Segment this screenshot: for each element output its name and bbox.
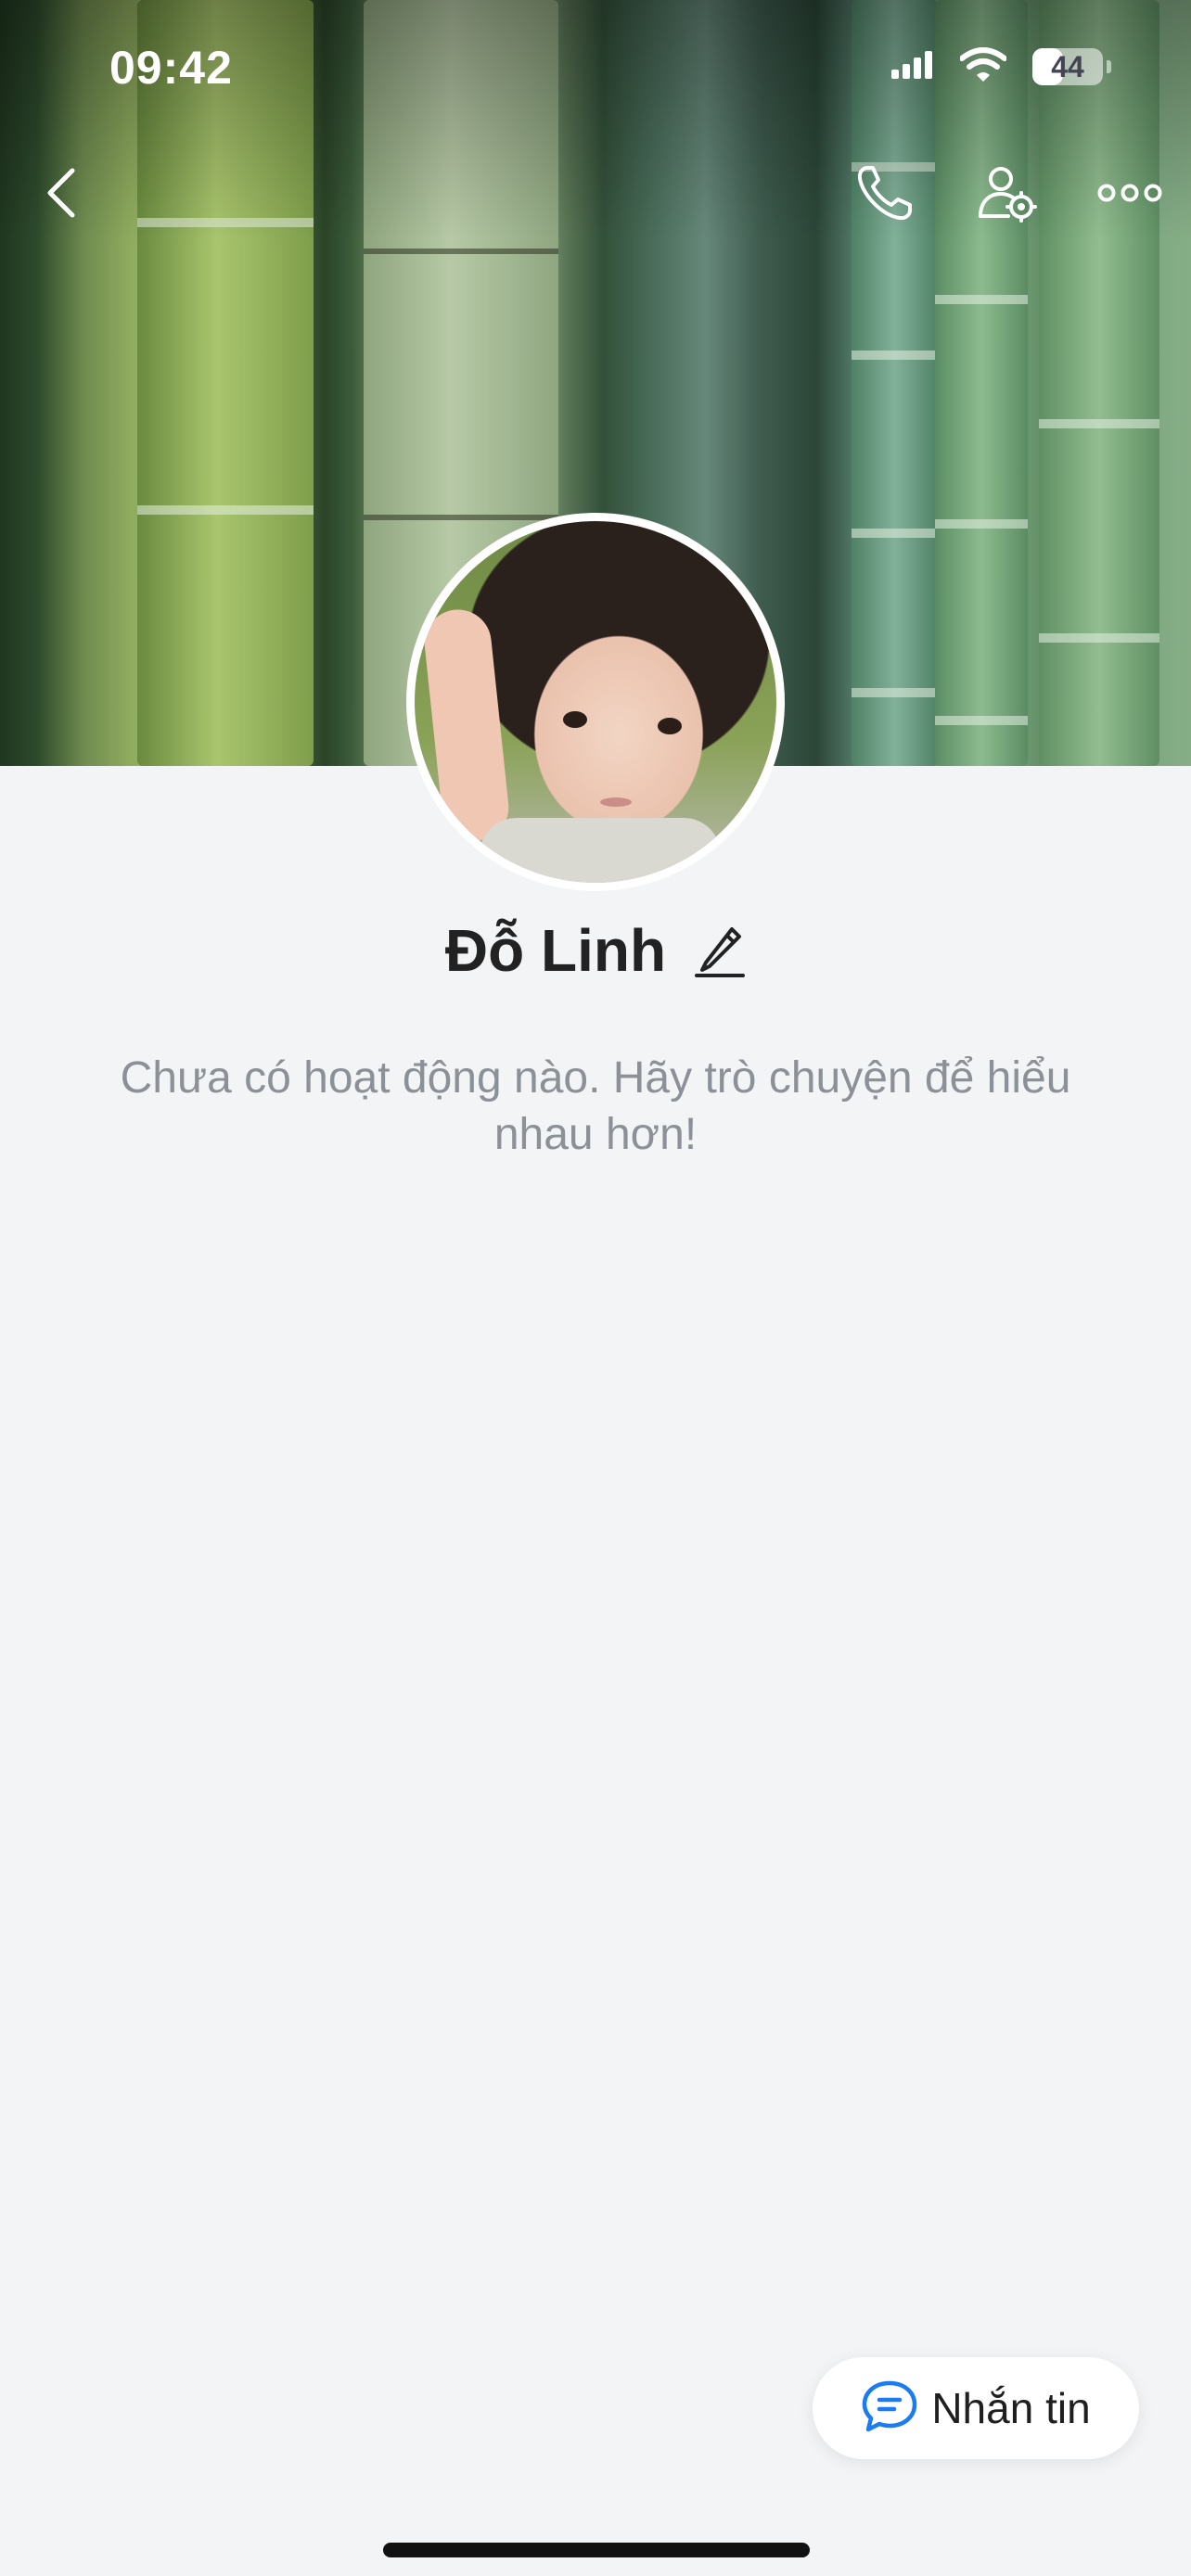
empty-activity-text: Chưa có hoạt động nào. Hãy trò chuyện để… — [120, 1053, 1071, 1159]
profile-name: Đỗ Linh — [444, 917, 667, 984]
phone-icon — [854, 162, 916, 228]
battery-percent: 44 — [1051, 49, 1084, 83]
call-button[interactable] — [848, 158, 922, 232]
profile-settings-icon — [977, 162, 1038, 228]
home-indicator[interactable] — [383, 2543, 810, 2557]
pencil-icon — [695, 920, 746, 982]
back-chevron-icon — [43, 167, 80, 223]
wifi-icon — [959, 46, 1007, 87]
profile-name-row: Đỗ Linh — [0, 916, 1191, 985]
edit-name-button[interactable] — [694, 921, 746, 980]
more-options-button[interactable] — [1093, 158, 1167, 232]
avatar[interactable] — [406, 513, 785, 891]
back-button[interactable] — [24, 158, 98, 232]
message-button-label: Nhắn tin — [931, 2384, 1091, 2432]
message-button[interactable]: Nhắn tin — [813, 2357, 1139, 2459]
cellular-signal-icon — [891, 49, 934, 85]
more-dots-icon — [1097, 182, 1162, 209]
chat-bubble-icon — [861, 2379, 918, 2438]
status-icons: 44 — [891, 46, 1111, 87]
battery-icon: 44 — [1032, 48, 1103, 85]
profile-settings-button[interactable] — [970, 158, 1044, 232]
status-time: 09:42 — [109, 42, 233, 94]
